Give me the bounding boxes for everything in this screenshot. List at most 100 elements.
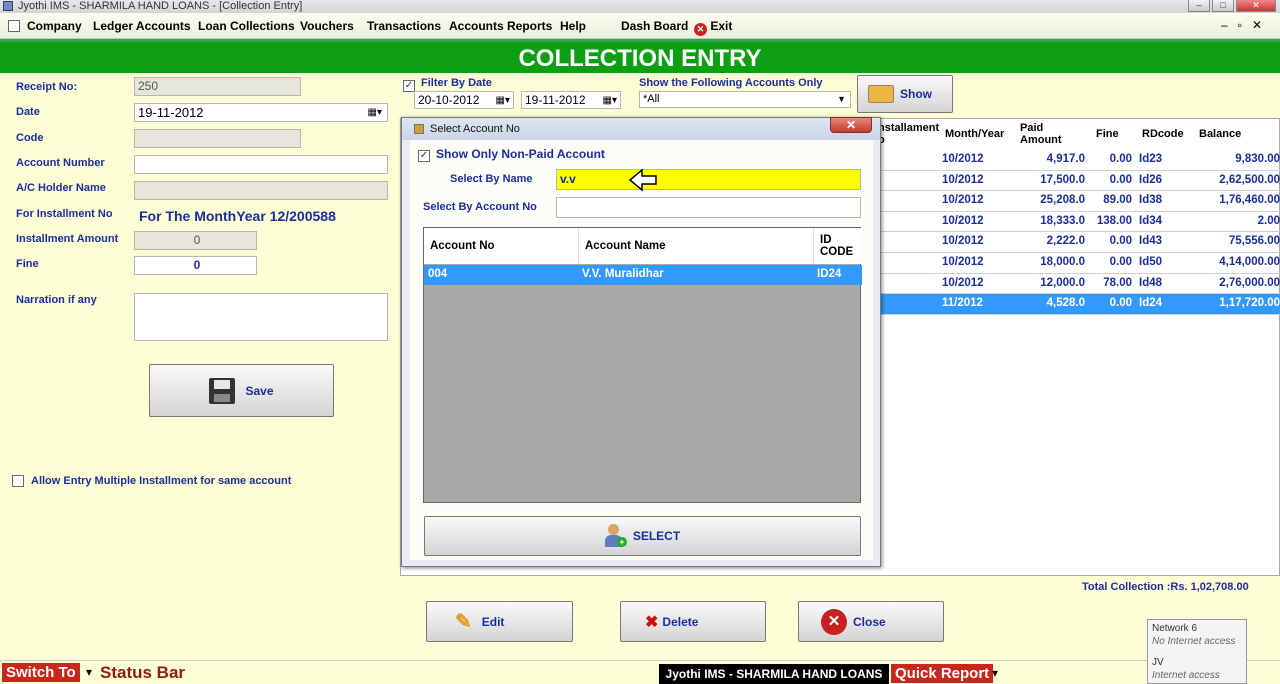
menu-help[interactable]: Help — [560, 19, 586, 33]
show-button-label: Show — [900, 87, 932, 101]
menu-loan-collections[interactable]: Loan Collections — [198, 19, 295, 33]
col-installment[interactable]: nstallament o — [878, 119, 939, 149]
switch-to-dropdown-icon[interactable]: ▾ — [86, 665, 92, 679]
grid-cell-month: 10/2012 — [942, 276, 984, 289]
col-account-no[interactable]: Account No — [424, 228, 579, 264]
grid-cell-bal: 9,830.00 — [1235, 153, 1280, 165]
grid-cell-fine: 0.00 — [1109, 256, 1132, 268]
quick-report-button[interactable]: Quick Report — [891, 664, 994, 683]
grid-cell-rd: Id34 — [1139, 214, 1163, 227]
grid-cell-bal: 1,76,460.00 — [1219, 194, 1280, 207]
total-collection: Total Collection :Rs. 1,02,708.00 — [1082, 581, 1249, 593]
col-month-year[interactable]: Month/Year — [945, 119, 1004, 149]
menu-accounts-reports[interactable]: Accounts Reports — [449, 19, 552, 33]
grid-cell-fine: 78.00 — [1103, 276, 1132, 289]
grid-cell-bal: 2,62,500.00 — [1219, 173, 1280, 186]
accounts-filter-select[interactable]: *All ▼ — [639, 91, 851, 108]
account-list-header: Account No Account Name ID CODE — [424, 228, 862, 264]
network-2-status: Internet access — [1152, 670, 1220, 681]
date-picker[interactable]: 19-11-2012 ▦▾ — [134, 103, 388, 122]
minimize-button[interactable]: – — [1188, 0, 1210, 12]
grid-cell-month: 11/2012 — [942, 297, 983, 310]
chevron-down-icon: ▼ — [837, 94, 846, 104]
network-1-status: No Internet access — [1152, 636, 1236, 647]
select-by-account-label: Select By Account No — [423, 201, 537, 213]
menu-transactions[interactable]: Transactions — [367, 19, 441, 33]
user-add-icon: + — [604, 524, 627, 548]
floppy-disk-icon — [209, 377, 236, 404]
account-list[interactable]: Account No Account Name ID CODE 004 V.V.… — [423, 227, 862, 503]
select-button-label: SELECT — [632, 529, 681, 543]
delete-button[interactable]: ✖ Delete — [620, 601, 766, 642]
menu-vouchers[interactable]: Vouchers — [300, 19, 354, 33]
calendar-icon: ▦▾ — [602, 95, 617, 106]
filter-by-date-checkbox[interactable]: ✓ — [403, 77, 415, 92]
menu-ledger-accounts[interactable]: Ledger Accounts — [93, 19, 191, 33]
mdi-window-buttons[interactable]: –▫✕ — [1221, 18, 1272, 32]
grid-cell-fine: 0.00 — [1109, 297, 1132, 310]
non-paid-checkbox[interactable]: ✓ — [418, 147, 430, 162]
quick-report-dropdown-icon[interactable]: ▾ — [992, 666, 998, 680]
grid-cell-bal: 75,556.00 — [1228, 235, 1280, 248]
app-name-badge: Jyothi IMS - SHARMILA HAND LOANS — [659, 664, 889, 684]
close-circle-icon: ✕ — [821, 608, 847, 635]
holder-name-label: A/C Holder Name — [16, 182, 106, 194]
col-id-code[interactable]: ID CODE — [814, 228, 862, 264]
col-rdcode[interactable]: RDcode — [1142, 119, 1184, 149]
grid-cell-fine: 138.00 — [1096, 214, 1132, 227]
mouse-cursor-icon — [628, 168, 657, 192]
row-id-code: ID24 — [817, 268, 842, 280]
multi-installment-checkbox[interactable] — [12, 475, 24, 487]
date-value: 19-11-2012 — [138, 105, 204, 120]
grid-cell-month: 10/2012 — [942, 256, 984, 268]
show-button[interactable]: Show — [857, 75, 953, 113]
grid-cell-paid: 17,500.0 — [1040, 173, 1085, 186]
folder-search-icon — [868, 85, 894, 103]
installment-amount-field: 0 — [134, 231, 257, 250]
multi-installment-checkbox-wrap[interactable] — [12, 475, 24, 490]
date-label: Date — [16, 106, 40, 118]
account-number-label: Account Number — [16, 157, 105, 169]
switch-to-button[interactable]: Switch To — [2, 663, 80, 682]
select-by-name-input[interactable]: v.v — [556, 169, 861, 190]
filter-by-date-label: Filter By Date — [421, 77, 492, 89]
col-fine[interactable]: Fine — [1096, 119, 1119, 149]
grid-cell-rd: Id50 — [1139, 256, 1163, 268]
narration-textarea[interactable] — [134, 293, 388, 341]
account-number-field[interactable] — [134, 155, 388, 174]
grid-cell-paid: 25,208.0 — [1040, 194, 1085, 207]
network-2-name: JV — [1152, 657, 1164, 668]
menu-exit[interactable]: ✕ Exit — [694, 19, 732, 36]
to-date-picker[interactable]: 19-11-2012 ▦▾ — [521, 91, 621, 109]
code-field — [134, 129, 301, 148]
menu-dash-board[interactable]: Dash Board — [621, 19, 688, 33]
select-by-name-label: Select By Name — [450, 173, 533, 185]
col-balance[interactable]: Balance — [1199, 119, 1241, 149]
from-date-value: 20-10-2012 — [418, 93, 480, 107]
dialog-close-button[interactable]: ✕ — [830, 117, 872, 133]
dialog-icon — [414, 124, 424, 134]
save-button[interactable]: Save — [149, 364, 334, 417]
grid-cell-bal: 4,14,000.00 — [1219, 256, 1280, 268]
window-titlebar: Jyothi IMS - SHARMILA HAND LOANS - [Coll… — [0, 0, 1280, 13]
select-button[interactable]: + SELECT — [424, 516, 861, 556]
window-close-button[interactable]: ✕ — [1236, 0, 1276, 12]
account-list-row[interactable]: 004 V.V. Muralidhar ID24 — [424, 265, 862, 285]
select-by-account-input[interactable] — [556, 197, 861, 218]
window-title: Jyothi IMS - SHARMILA HAND LOANS - [Coll… — [18, 0, 303, 12]
fine-field[interactable]: 0 — [134, 256, 257, 275]
grid-cell-rd: Id43 — [1139, 235, 1163, 248]
from-date-picker[interactable]: 20-10-2012 ▦▾ — [414, 91, 514, 109]
holder-name-field — [134, 181, 388, 200]
col-account-name[interactable]: Account Name — [579, 228, 814, 264]
grid-cell-month: 10/2012 — [942, 173, 984, 186]
menu-company[interactable]: Company — [27, 19, 82, 33]
grid-cell-bal: 1,17,720.00 — [1219, 297, 1280, 310]
close-button[interactable]: ✕ Close — [798, 601, 944, 642]
grid-cell-month: 10/2012 — [942, 153, 984, 165]
mdi-icon — [8, 20, 20, 32]
col-paid-amount[interactable]: Paid Amount — [1020, 119, 1062, 149]
edit-button[interactable]: ✎ Edit — [426, 601, 573, 642]
calendar-dropdown-icon[interactable]: ▦▾ — [368, 104, 382, 121]
maximize-button[interactable]: □ — [1212, 0, 1234, 12]
